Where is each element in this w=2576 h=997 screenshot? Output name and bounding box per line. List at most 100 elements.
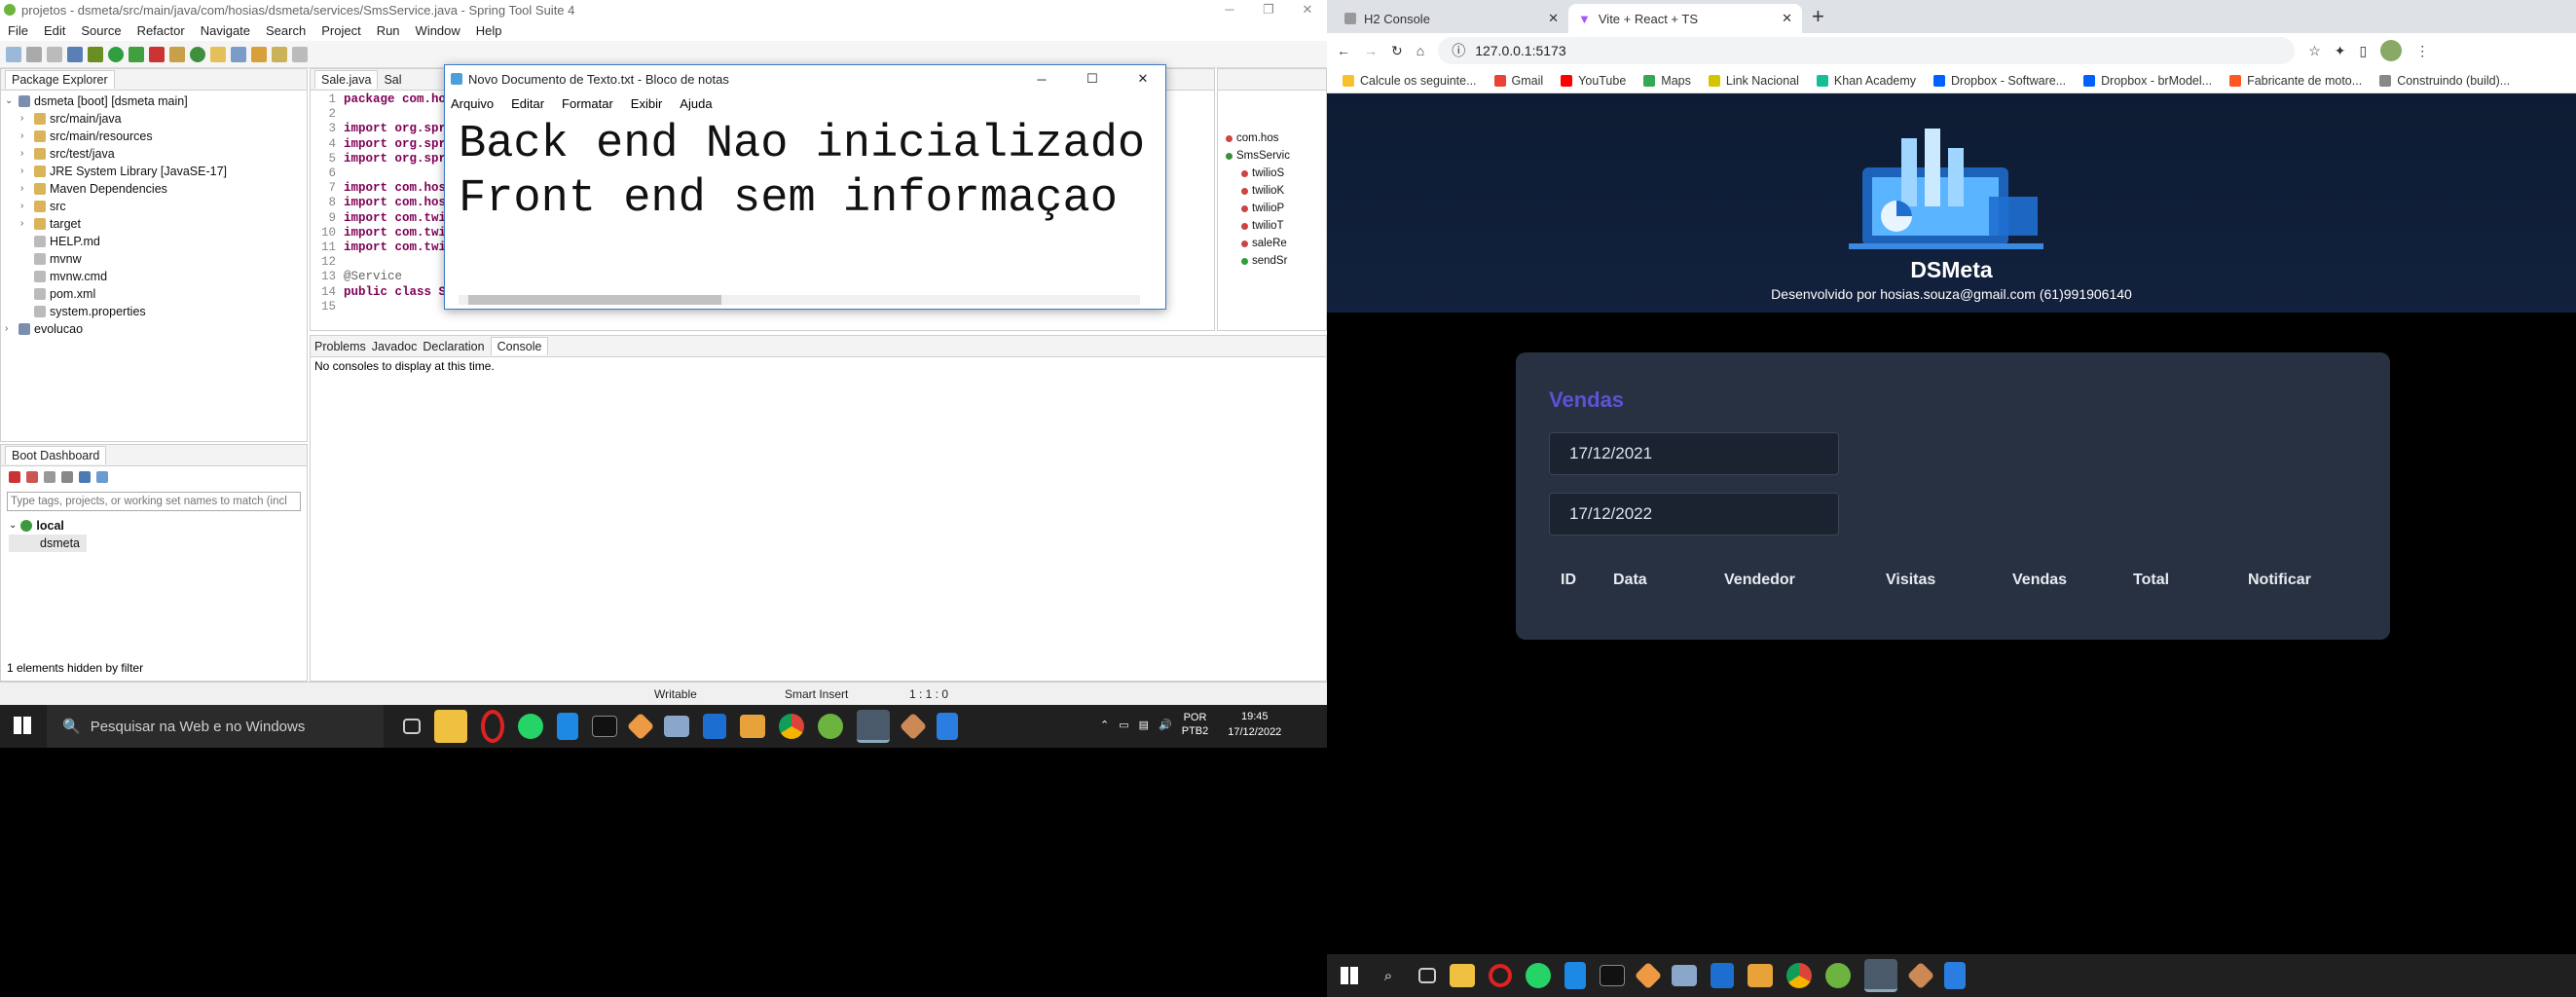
task-view-icon[interactable] [403, 719, 421, 734]
security-icon[interactable] [1711, 963, 1734, 988]
new-icon[interactable] [6, 46, 21, 62]
tab-vite[interactable]: ▼ Vite + React + TS ✕ [1568, 4, 1802, 33]
tab-problems[interactable]: Problems [314, 340, 366, 353]
filter-icon[interactable] [96, 471, 108, 483]
bookmark-item[interactable]: Maps [1643, 74, 1691, 88]
notepad-hscrollbar[interactable] [459, 295, 1140, 305]
run-config-icon[interactable] [129, 46, 144, 62]
notepad-menu-exibir[interactable]: Exibir [631, 96, 663, 111]
package-tree-item[interactable]: › JRE System Library [JavaSE-17] [5, 163, 303, 180]
package-tree-item[interactable]: › target [5, 215, 303, 233]
opera-icon[interactable] [1489, 964, 1512, 987]
network-icon[interactable] [664, 716, 689, 737]
date-max-input[interactable]: 17/12/2022 [1549, 493, 1839, 535]
package-tree-item[interactable]: ⌄ dsmeta [boot] [dsmeta main] [5, 92, 303, 110]
menu-refactor[interactable]: Refactor [137, 23, 185, 38]
menu-edit[interactable]: Edit [44, 23, 65, 38]
boot-local[interactable]: ⌄ local [9, 517, 87, 535]
forward-icon[interactable]: → [1364, 43, 1378, 58]
home-icon[interactable]: ⌂ [1417, 43, 1424, 58]
spring-icon[interactable] [1825, 963, 1851, 988]
chevron-up-icon[interactable]: ⌃ [1100, 719, 1109, 731]
package-tree-item[interactable]: › src/test/java [5, 145, 303, 163]
package-tree-item[interactable]: mvnw [5, 250, 303, 268]
taskbar-search[interactable]: 🔍 Pesquisar na Web e no Windows [47, 705, 384, 748]
folder-icon[interactable] [210, 46, 226, 62]
security-icon[interactable] [703, 714, 726, 739]
maximize-button[interactable]: ❐ [1249, 2, 1288, 18]
menu-run[interactable]: Run [377, 23, 400, 38]
outline-item[interactable]: twilioS [1222, 165, 1322, 182]
stop-icon[interactable] [149, 46, 165, 62]
notepad-task-icon[interactable] [857, 710, 890, 743]
package-icon[interactable] [169, 46, 185, 62]
date-min-input[interactable]: 17/12/2021 [1549, 432, 1839, 475]
back-icon[interactable] [272, 46, 287, 62]
language-indicator[interactable]: POR PTB2 [1182, 711, 1209, 738]
file-explorer-icon[interactable] [434, 710, 467, 743]
git-icon[interactable] [626, 712, 655, 741]
forward-icon[interactable] [292, 46, 308, 62]
spring-icon[interactable] [818, 714, 843, 739]
tab-h2-console[interactable]: H2 Console ✕ [1335, 4, 1568, 33]
windows-start-icon[interactable] [1341, 967, 1358, 984]
reload-icon[interactable]: ↻ [1391, 43, 1403, 59]
extensions-icon[interactable]: ✦ [2335, 43, 2346, 59]
save-all-icon[interactable] [47, 46, 62, 62]
notepad-menu-formatar[interactable]: Formatar [562, 96, 613, 111]
notepad-task-icon[interactable] [1864, 959, 1897, 992]
sidebar-icon[interactable]: ▯ [2360, 43, 2368, 59]
task-view-icon[interactable] [1418, 968, 1436, 983]
network-icon[interactable] [1672, 965, 1697, 986]
notepad-text-area[interactable]: Back end Nao inicializado Front end sem i… [459, 118, 1145, 227]
close-tab-icon[interactable]: ✕ [1548, 11, 1559, 26]
terminal-icon[interactable] [67, 46, 83, 62]
minimize-button[interactable]: ─ [1210, 2, 1249, 18]
bookmark-item[interactable]: YouTube [1561, 74, 1626, 88]
media-icon[interactable] [740, 715, 765, 738]
network-tray-icon[interactable]: ▤ [1139, 719, 1149, 731]
menu-search[interactable]: Search [266, 23, 306, 38]
document-icon[interactable] [1944, 962, 1966, 989]
whatsapp-icon[interactable] [1526, 963, 1551, 988]
tab-boot-dashboard[interactable]: Boot Dashboard [5, 446, 107, 464]
package-tree-item[interactable]: › Maven Dependencies [5, 180, 303, 198]
terminal-icon[interactable] [1600, 965, 1625, 986]
bookmark-item[interactable]: Dropbox - Software... [1933, 74, 2066, 88]
document-icon[interactable] [937, 713, 958, 740]
notepad-minimize-button[interactable]: ─ [1019, 72, 1064, 87]
windows-start-icon[interactable] [14, 717, 31, 734]
package-tree-item[interactable]: HELP.md [5, 233, 303, 250]
restart-icon[interactable] [26, 471, 38, 483]
back-icon[interactable]: ← [1337, 43, 1350, 58]
menu-window[interactable]: Window [416, 23, 460, 38]
package-tree-item[interactable]: › src/main/resources [5, 128, 303, 145]
package-tree-item[interactable]: system.properties [5, 303, 303, 320]
file-explorer-icon[interactable] [1450, 964, 1475, 987]
menu-file[interactable]: File [8, 23, 28, 38]
git-icon[interactable] [1634, 961, 1663, 990]
bookmark-item[interactable]: Khan Academy [1816, 74, 1916, 88]
whatsapp-icon[interactable] [518, 714, 543, 739]
outline-item[interactable]: com.hos [1222, 129, 1322, 147]
chrome-icon[interactable] [779, 714, 804, 739]
boot-app-dsmeta[interactable]: dsmeta [9, 535, 87, 552]
search-icon[interactable] [231, 46, 246, 62]
bookmark-item[interactable]: Fabricante de moto... [2229, 74, 2362, 88]
bookmark-item[interactable]: Dropbox - brModel... [2083, 74, 2212, 88]
menu-help[interactable]: Help [476, 23, 502, 38]
package-tree-item[interactable]: › src [5, 198, 303, 215]
tab-sal[interactable]: Sal [384, 73, 401, 87]
debug-icon[interactable] [61, 471, 73, 483]
bookmark-item[interactable]: Construindo (build)... [2379, 74, 2510, 88]
stop-icon[interactable] [44, 471, 55, 483]
outline-item[interactable]: sendSr [1222, 252, 1322, 270]
tab-package-explorer[interactable]: Package Explorer [5, 70, 115, 89]
package-tree-item[interactable]: mvnw.cmd [5, 268, 303, 285]
run-icon[interactable] [108, 46, 124, 62]
search-icon[interactable]: ⌕ [1372, 959, 1405, 992]
notepad-close-button[interactable]: ✕ [1121, 71, 1165, 87]
outline-item[interactable]: saleRe [1222, 235, 1322, 252]
address-bar[interactable]: ⓘ 127.0.0.1:5173 [1438, 37, 2296, 64]
tab-sale-java[interactable]: Sale.java [314, 70, 379, 89]
